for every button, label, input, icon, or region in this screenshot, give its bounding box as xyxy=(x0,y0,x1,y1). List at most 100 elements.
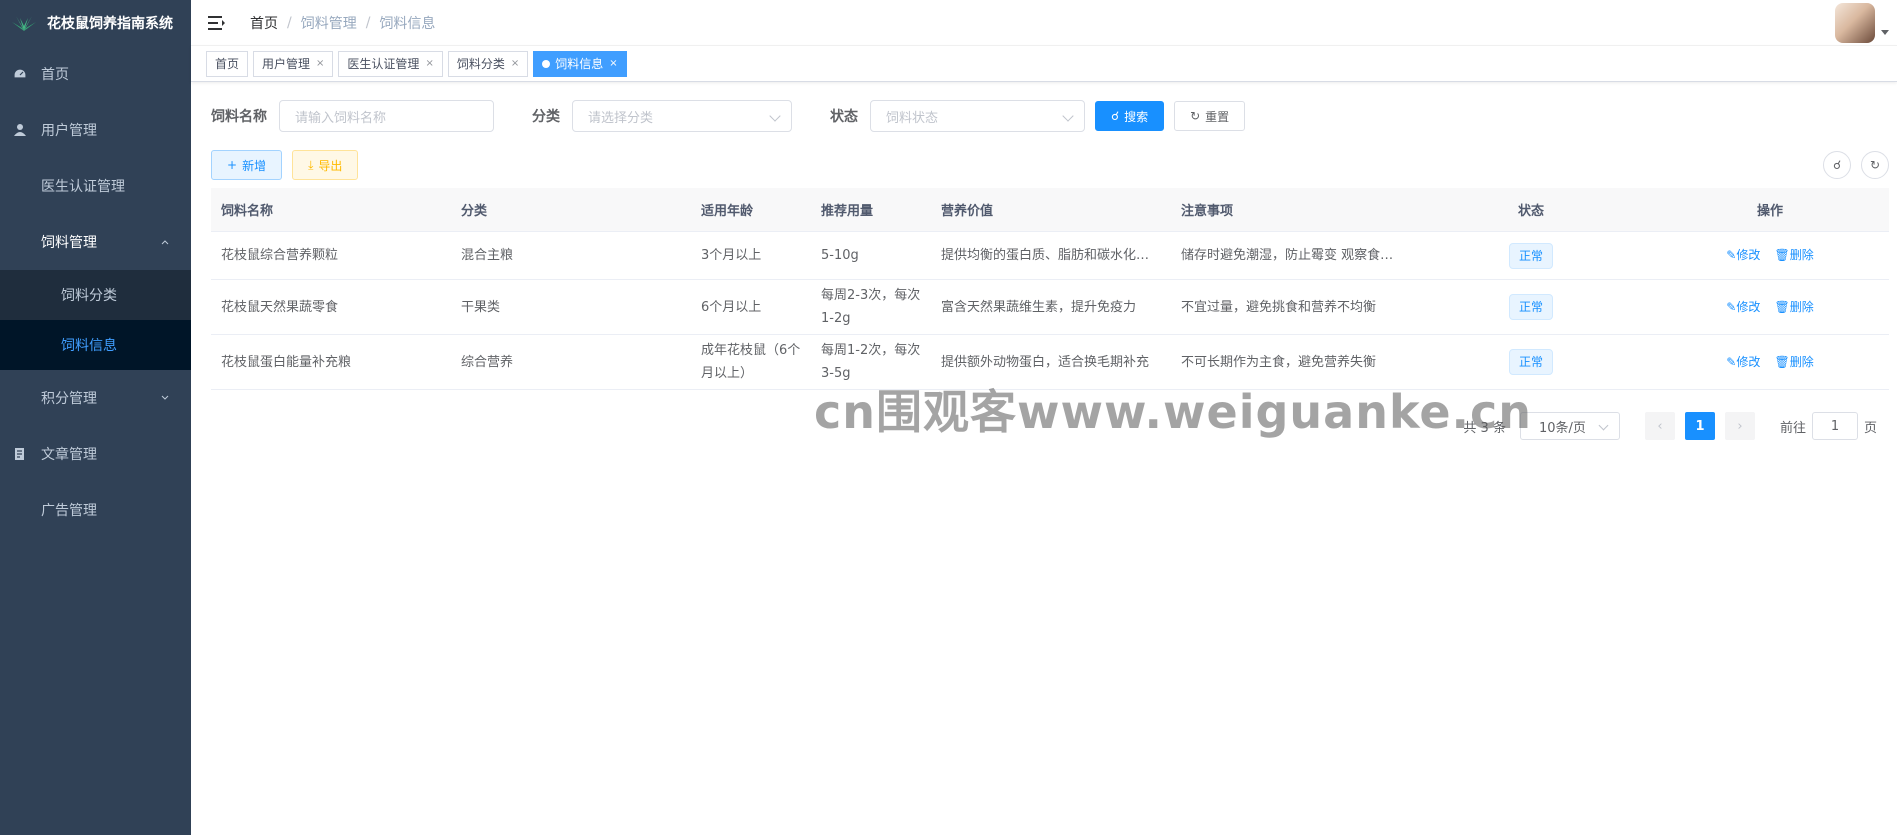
chevron-left-icon: ‹ xyxy=(1657,418,1663,434)
edit-icon: ✎ xyxy=(1726,354,1737,369)
chevron-down-icon xyxy=(769,110,781,122)
chevron-down-icon xyxy=(1062,110,1074,122)
column-header: 操作 xyxy=(1756,204,1783,219)
refresh-icon: ↻ xyxy=(1869,158,1881,172)
close-icon[interactable]: × xyxy=(316,52,324,76)
column-header: 营养价值 xyxy=(941,204,994,219)
export-button-label: 导出 xyxy=(318,158,343,173)
column-header: 状态 xyxy=(1517,204,1544,219)
close-icon[interactable]: × xyxy=(609,52,617,76)
chevron-down-icon xyxy=(1598,420,1609,431)
refresh-button[interactable]: ↻ xyxy=(1861,151,1889,179)
cell-nutrition: 提供额外动物蛋白，适合换毛期补充 xyxy=(941,354,1150,370)
export-button[interactable]: ⤓ 导出 xyxy=(292,150,359,180)
column-header: 饲料名称 xyxy=(221,204,274,219)
cell-actions: ✎修改 🗑删除 xyxy=(1651,244,1889,267)
sidebar-item-points[interactable]: 积分管理 xyxy=(0,370,191,426)
sidebar-item-articles[interactable]: 文章管理 xyxy=(0,426,191,482)
feed-table: 饲料名称 分类 适用年龄 推荐用量 营养价值 注意事项 状态 操作 花枝鼠综合营… xyxy=(211,188,1889,390)
breadcrumb-separator: / xyxy=(287,14,292,31)
reset-button[interactable]: ↻ 重置 xyxy=(1174,101,1246,131)
sidebar-item-doctor-cert[interactable]: 医生认证管理 xyxy=(0,158,191,214)
sidebar-item-label: 广告管理 xyxy=(41,503,97,519)
breadcrumb-current: 饲料信息 xyxy=(379,15,436,32)
sidebar-item-label: 饲料管理 xyxy=(41,235,97,251)
delete-button[interactable]: 🗑删除 xyxy=(1774,355,1813,369)
sidebar-item-feed-category[interactable]: 饲料分类 xyxy=(0,270,191,320)
feed-name-input[interactable]: 请输入饲料名称 xyxy=(279,100,494,132)
breadcrumb-separator: / xyxy=(365,14,371,31)
tag-home[interactable]: 首页 xyxy=(206,50,249,77)
hamburger-icon[interactable] xyxy=(208,15,226,30)
tag-label: 饲料分类 xyxy=(456,56,505,71)
tag-label: 饲料信息 xyxy=(555,56,604,71)
delete-button[interactable]: 🗑删除 xyxy=(1774,248,1813,262)
chevron-up-icon xyxy=(161,240,169,245)
edit-button[interactable]: ✎修改 xyxy=(1726,248,1760,262)
goto-page-input[interactable]: 1 xyxy=(1811,412,1858,440)
search-button-label: 搜索 xyxy=(1124,109,1149,124)
add-button[interactable]: + 新增 xyxy=(211,150,283,180)
status-badge: 正常 xyxy=(1508,242,1553,269)
cell-nutrition: 富含天然果蔬维生素，提升免疫力 xyxy=(941,299,1137,315)
cell-notes: 不可长期作为主食，避免营养失衡 xyxy=(1181,354,1377,370)
avatar[interactable] xyxy=(1835,3,1875,43)
sidebar-item-ads[interactable]: 广告管理 xyxy=(0,482,191,538)
status-badge: 正常 xyxy=(1508,294,1553,320)
sidebar-item-feed-info[interactable]: 饲料信息 xyxy=(0,320,191,370)
active-dot-icon xyxy=(542,59,551,68)
delete-label: 删除 xyxy=(1789,354,1814,369)
status-select[interactable]: 饲料状态 xyxy=(870,100,1085,132)
delete-label: 删除 xyxy=(1789,299,1814,314)
sidebar: 花枝鼠饲养指南系统 首页 用户管理 医生认证管理 饲料管理 饲料分类 饲料信息 … xyxy=(0,0,191,835)
close-icon[interactable]: × xyxy=(425,52,433,76)
page-size-select[interactable]: 10条/页 xyxy=(1519,412,1620,440)
breadcrumb-home[interactable]: 首页 xyxy=(250,13,278,33)
tag-doctor-cert[interactable]: 医生认证管理 × xyxy=(338,50,443,77)
edit-icon: ✎ xyxy=(1726,248,1737,262)
delete-button[interactable]: 🗑删除 xyxy=(1774,300,1813,314)
breadcrumb: 首页 / 饲料管理 / 饲料信息 xyxy=(250,13,435,33)
cell-category: 混合主粮 xyxy=(461,248,514,263)
edit-button[interactable]: ✎修改 xyxy=(1726,355,1760,369)
sidebar-item-users[interactable]: 用户管理 xyxy=(0,102,191,158)
sidebar-item-home[interactable]: 首页 xyxy=(0,46,191,102)
tag-feed-category[interactable]: 饲料分类 × xyxy=(447,50,529,77)
status-label: 状态 xyxy=(830,109,858,125)
tag-feed-info[interactable]: 饲料信息 × xyxy=(533,50,627,77)
next-page-button[interactable]: › xyxy=(1724,412,1755,440)
status-badge: 正常 xyxy=(1508,349,1553,375)
toggle-search-button[interactable]: ☌ xyxy=(1823,151,1851,179)
edit-label: 修改 xyxy=(1736,299,1761,314)
toolbar: + 新增 ⤓ 导出 ☌ ↻ xyxy=(211,148,1889,182)
page-size-value: 10条/页 xyxy=(1538,420,1586,436)
edit-button[interactable]: ✎修改 xyxy=(1726,300,1760,314)
page-number[interactable]: 1 xyxy=(1684,412,1715,440)
column-header: 推荐用量 xyxy=(821,204,874,219)
trash-icon: 🗑 xyxy=(1774,354,1790,369)
logo[interactable]: 花枝鼠饲养指南系统 xyxy=(0,0,191,46)
search-icon: ☌ xyxy=(1111,109,1120,123)
cell-notes: 储存时避免潮湿，防止霉变 观察食用情况 xyxy=(1181,248,1411,263)
close-icon[interactable]: × xyxy=(511,52,519,76)
cell-status: 正常 xyxy=(1411,349,1651,375)
tag-users[interactable]: 用户管理 × xyxy=(253,50,334,77)
cell-age: 6个月以上 xyxy=(701,299,762,315)
prev-page-button[interactable]: ‹ xyxy=(1644,412,1675,440)
cell-category: 综合营养 xyxy=(461,354,514,370)
watermark: cn围观客www.weiguanke.cn xyxy=(814,385,1533,439)
cell-actions: ✎修改 🗑删除 xyxy=(1651,296,1889,319)
logo-icon xyxy=(12,16,36,31)
app-title: 花枝鼠饲养指南系统 xyxy=(47,16,173,32)
search-icon: ☌ xyxy=(1832,158,1842,172)
caret-down-icon[interactable] xyxy=(1881,30,1889,35)
sidebar-item-label: 医生认证管理 xyxy=(41,179,125,195)
cell-nutrition: 提供均衡的蛋白质、脂肪和碳水化合物 xyxy=(941,248,1163,263)
sidebar-item-feed-management[interactable]: 饲料管理 xyxy=(0,214,191,270)
user-icon xyxy=(12,122,28,138)
tag-label: 首页 xyxy=(215,56,240,71)
search-button[interactable]: ☌ 搜索 xyxy=(1095,101,1165,131)
category-select[interactable]: 请选择分类 xyxy=(572,100,792,132)
category-placeholder: 请选择分类 xyxy=(588,110,654,126)
edit-label: 修改 xyxy=(1736,248,1761,262)
